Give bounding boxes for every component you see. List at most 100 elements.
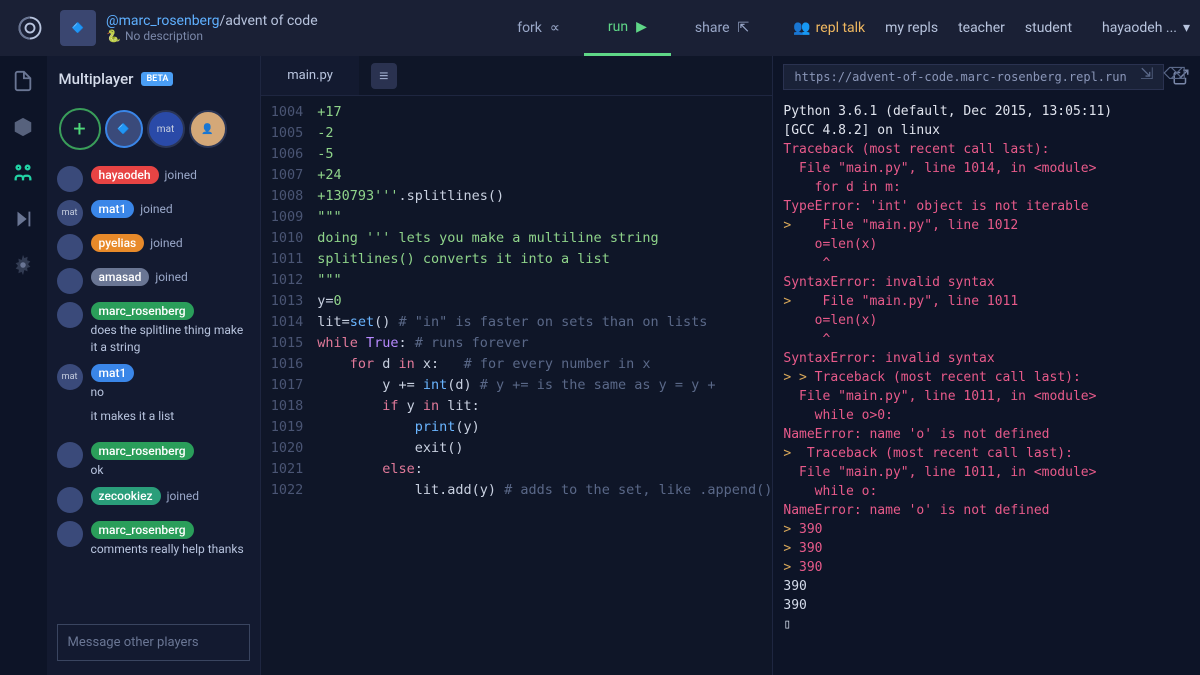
- term-line: for d in m:: [783, 178, 1190, 197]
- chat-message: it makes it a list: [91, 408, 175, 425]
- avatar[interactable]: mat: [147, 110, 185, 148]
- avatar[interactable]: 👤: [189, 110, 227, 148]
- line-number: 1005: [261, 123, 317, 144]
- term-line: ▯: [783, 615, 1190, 634]
- feed-item: pyeliasjoined: [57, 234, 251, 260]
- avatar[interactable]: 🔷: [105, 110, 143, 148]
- run-button[interactable]: run▶: [584, 0, 671, 56]
- avatar: [57, 521, 83, 547]
- user-pill: marc_rosenberg: [91, 521, 194, 539]
- code-area[interactable]: 1004+171005-21006-51007+241008+130793'''…: [261, 96, 772, 675]
- output-panel: ⇲ ⌫ Python 3.6.1 (default, Dec 2015, 13:…: [773, 56, 1200, 675]
- share-button[interactable]: share⇱: [671, 0, 773, 56]
- settings-icon[interactable]: [12, 254, 34, 276]
- fork-button[interactable]: fork∝: [493, 0, 584, 56]
- term-expand-icon[interactable]: ⇲: [1140, 64, 1153, 83]
- tab-main-py[interactable]: main.py: [261, 56, 359, 95]
- term-line: ^: [783, 330, 1190, 349]
- debugger-icon[interactable]: [12, 208, 34, 230]
- line-number: 1021: [261, 459, 317, 480]
- line-number: 1020: [261, 438, 317, 459]
- tab-options-icon[interactable]: ≡: [371, 63, 397, 89]
- term-line: while o>0:: [783, 406, 1190, 425]
- terminal[interactable]: Python 3.6.1 (default, Dec 2015, 13:05:1…: [773, 98, 1200, 675]
- term-line: NameError: name 'o' is not defined: [783, 501, 1190, 520]
- beta-badge: BETA: [141, 72, 173, 86]
- line-number: 1015: [261, 333, 317, 354]
- action-text: joined: [140, 202, 172, 216]
- line-number: 1022: [261, 480, 317, 501]
- user-pill: zecookiez: [91, 487, 161, 505]
- line-number: 1013: [261, 291, 317, 312]
- breadcrumb: @marc_rosenberg/advent of code 🐍No descr…: [106, 13, 318, 43]
- line-number: 1004: [261, 102, 317, 123]
- chevron-down-icon: ▾: [1183, 20, 1190, 36]
- feed-item: zecookiezjoined: [57, 487, 251, 513]
- term-line: o=len(x): [783, 311, 1190, 330]
- line-number: 1014: [261, 312, 317, 333]
- term-line: > File "main.py", line 1011: [783, 292, 1190, 311]
- term-clear-icon[interactable]: ⌫: [1163, 64, 1186, 83]
- term-line: ^: [783, 254, 1190, 273]
- nav-my-repls[interactable]: my repls: [885, 20, 938, 36]
- action-text: joined: [165, 168, 197, 182]
- user-menu[interactable]: hayaodeh ...▾: [1102, 20, 1190, 36]
- avatar: [57, 302, 83, 328]
- chat-message: does the splitline thing make it a strin…: [91, 322, 251, 356]
- avatar: mat: [57, 364, 83, 390]
- package-icon[interactable]: [12, 116, 34, 138]
- term-line: > 390: [783, 539, 1190, 558]
- message-input[interactable]: Message other players: [57, 624, 251, 661]
- feed-item: marc_rosenbergok: [57, 442, 251, 479]
- chat-message: ok: [91, 462, 194, 479]
- avatar: [57, 442, 83, 468]
- avatar: mat: [57, 200, 83, 226]
- add-player-button[interactable]: +: [59, 108, 101, 150]
- feed-item: marc_rosenberg comments really help thank…: [57, 521, 251, 558]
- term-line: SyntaxError: invalid syntax: [783, 273, 1190, 292]
- term-line: 390: [783, 577, 1190, 596]
- chat-message: no: [91, 384, 135, 401]
- line-number: 1008: [261, 186, 317, 207]
- feed-item: matmat1joined: [57, 200, 251, 226]
- line-number: 1009: [261, 207, 317, 228]
- feed-item: amasadjoined: [57, 268, 251, 294]
- line-number: 1019: [261, 417, 317, 438]
- feed-item: it makes it a list: [57, 408, 251, 434]
- share-icon: ⇱: [738, 20, 750, 36]
- term-line: while o:: [783, 482, 1190, 501]
- term-line: File "main.py", line 1011, in <module>: [783, 463, 1190, 482]
- replit-logo[interactable]: [10, 8, 50, 48]
- project-icon: 🔷: [60, 10, 96, 46]
- feed-item: matmat1no: [57, 364, 251, 401]
- term-line: 390: [783, 596, 1190, 615]
- user-pill: marc_rosenberg: [91, 442, 194, 460]
- project-desc: No description: [125, 29, 203, 43]
- user-link[interactable]: @marc_rosenberg: [106, 13, 219, 29]
- sidebar-title: Multiplayer: [59, 70, 134, 88]
- nav-teacher[interactable]: teacher: [958, 20, 1005, 36]
- nav-student[interactable]: student: [1025, 20, 1072, 36]
- term-line: TypeError: 'int' object is not iterable: [783, 197, 1190, 216]
- multiplayer-icon[interactable]: [12, 162, 34, 184]
- avatar-row: + 🔷 mat 👤: [53, 100, 255, 166]
- play-icon: ▶: [636, 19, 647, 35]
- term-line: File "main.py", line 1014, in <module>: [783, 159, 1190, 178]
- line-number: 1012: [261, 270, 317, 291]
- term-line: NameError: name 'o' is not defined: [783, 425, 1190, 444]
- term-line: > Traceback (most recent call last):: [783, 444, 1190, 463]
- line-number: 1016: [261, 354, 317, 375]
- fork-icon: ∝: [550, 20, 560, 36]
- avatar: [57, 166, 83, 192]
- repl-url-input[interactable]: [783, 64, 1164, 90]
- chat-message: comments really help thanks: [91, 541, 244, 558]
- user-pill: pyelias: [91, 234, 145, 252]
- user-pill: hayaodeh: [91, 166, 159, 184]
- action-text: joined: [155, 270, 187, 284]
- nav-repl-talk[interactable]: 👥repl talk: [793, 20, 865, 36]
- header: 🔷 @marc_rosenberg/advent of code 🐍No des…: [0, 0, 1200, 56]
- file-icon[interactable]: [12, 70, 34, 92]
- avatar: [57, 234, 83, 260]
- term-line: > 390: [783, 558, 1190, 577]
- term-line: > File "main.py", line 1012: [783, 216, 1190, 235]
